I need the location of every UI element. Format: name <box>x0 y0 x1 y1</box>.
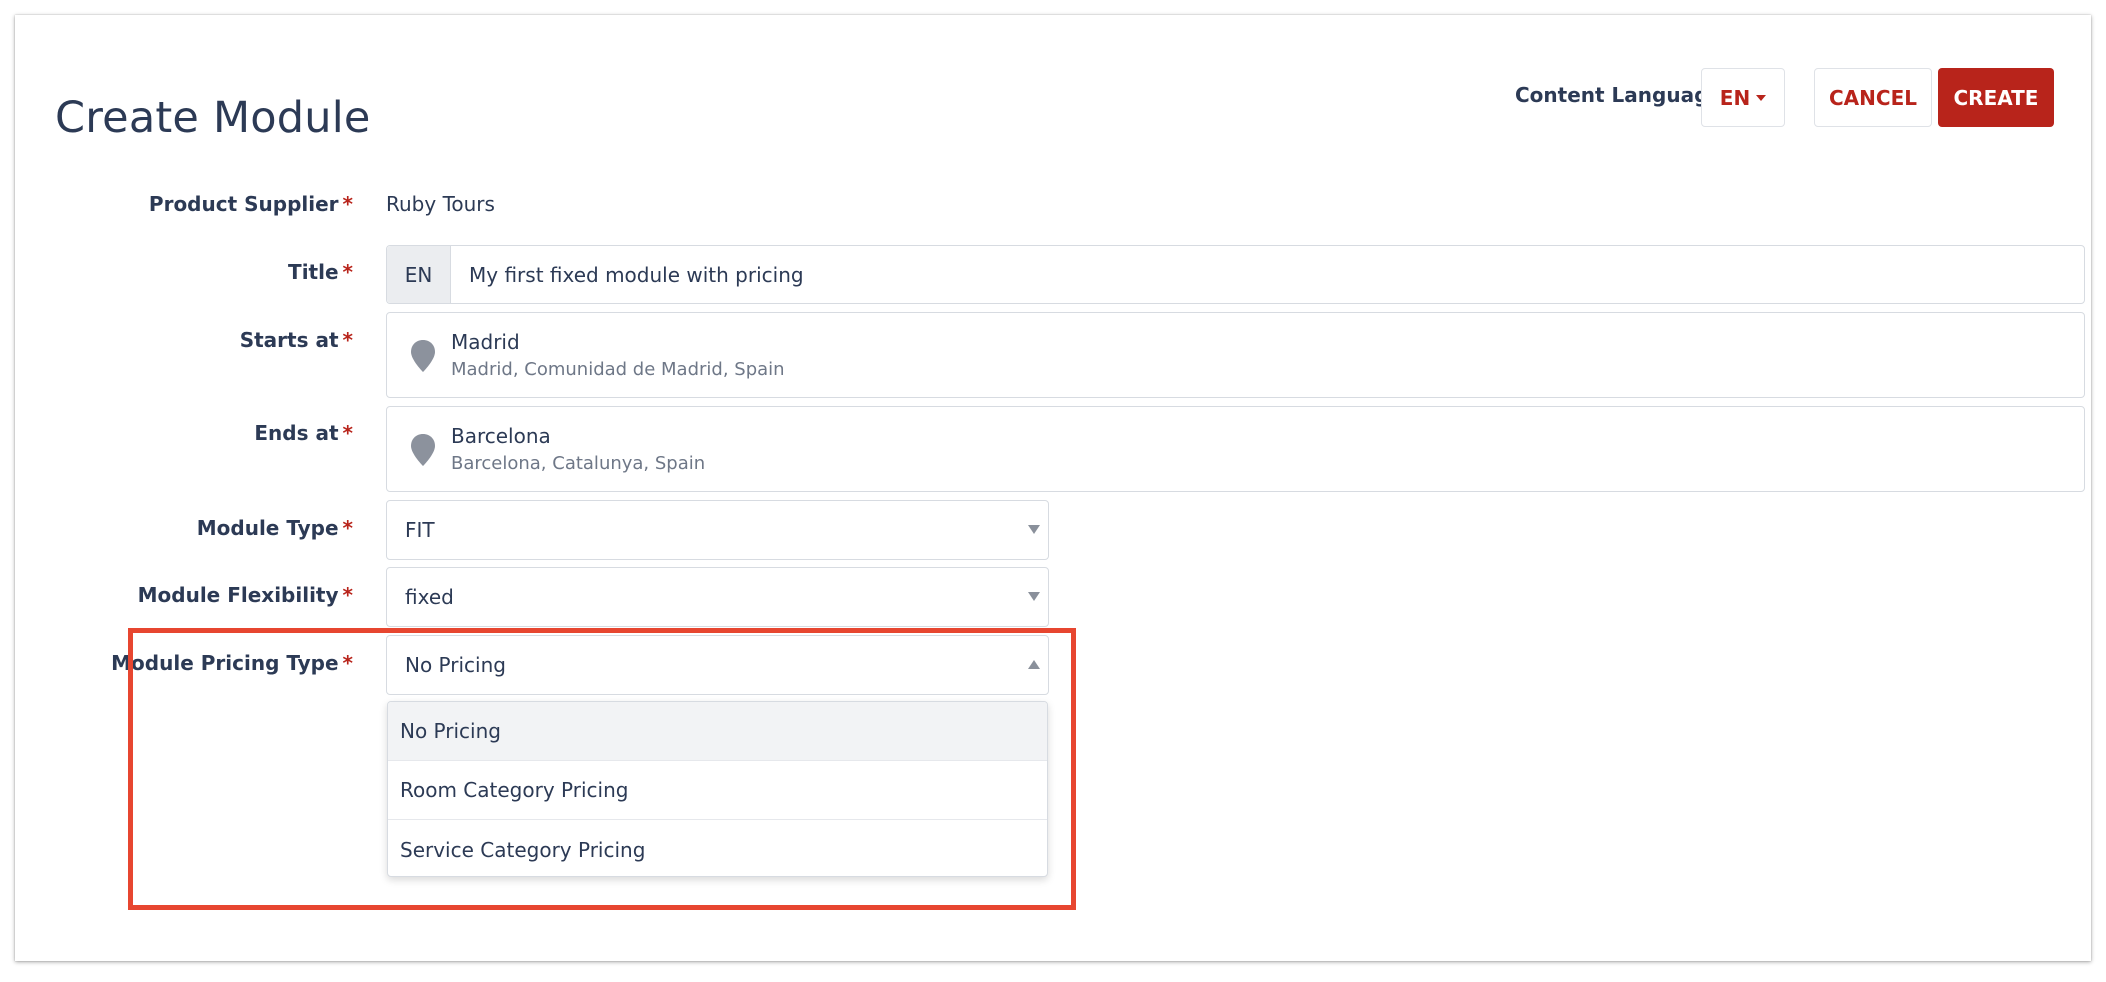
starts-at-location-name: Madrid <box>451 330 520 354</box>
module-type-value: FIT <box>405 518 435 542</box>
dropdown-option-service-category-pricing[interactable]: Service Category Pricing <box>388 820 1047 876</box>
starts-at-label: Starts at * <box>239 328 353 352</box>
module-pricing-type-dropdown: No Pricing Room Category Pricing Service… <box>387 701 1048 877</box>
required-marker: * <box>342 583 353 607</box>
product-supplier-value: Ruby Tours <box>386 192 495 216</box>
module-pricing-type-select[interactable]: No Pricing <box>386 635 1049 695</box>
required-marker: * <box>342 516 353 540</box>
module-pricing-type-label: Module Pricing Type * <box>111 651 353 675</box>
required-marker: * <box>342 421 353 445</box>
ends-at-label: Ends at * <box>254 421 353 445</box>
chevron-up-icon <box>1028 660 1040 669</box>
module-flexibility-label: Module Flexibility * <box>137 583 353 607</box>
ends-at-location-field[interactable]: Barcelona Barcelona, Catalunya, Spain <box>386 406 2085 492</box>
starts-at-location-field[interactable]: Madrid Madrid, Comunidad de Madrid, Spai… <box>386 312 2085 398</box>
module-flexibility-value: fixed <box>405 585 454 609</box>
required-marker: * <box>342 651 353 675</box>
chevron-down-icon <box>1028 592 1040 601</box>
create-button[interactable]: CREATE <box>1938 68 2054 127</box>
title-language-addon: EN <box>387 246 451 303</box>
module-type-select[interactable]: FIT <box>386 500 1049 560</box>
title-input[interactable]: My first fixed module with pricing <box>451 246 2084 303</box>
cancel-button[interactable]: CANCEL <box>1814 68 1932 127</box>
ends-at-location-name: Barcelona <box>451 424 551 448</box>
ends-at-location-detail: Barcelona, Catalunya, Spain <box>451 453 706 474</box>
module-pricing-type-value: No Pricing <box>405 653 506 677</box>
map-pin-icon <box>411 434 435 466</box>
map-pin-icon <box>411 340 435 372</box>
module-flexibility-select[interactable]: fixed <box>386 567 1049 627</box>
module-type-label: Module Type * <box>196 516 353 540</box>
title-label: Title * <box>288 260 353 284</box>
page-title: Create Module <box>55 93 371 143</box>
caret-down-icon <box>1756 94 1767 101</box>
title-input-group: EN My first fixed module with pricing <box>386 245 2085 304</box>
product-supplier-label: Product Supplier * <box>148 192 353 216</box>
starts-at-location-detail: Madrid, Comunidad de Madrid, Spain <box>451 359 785 380</box>
dropdown-option-no-pricing[interactable]: No Pricing <box>388 702 1047 761</box>
page-frame: Create Module Content Language EN CANCEL… <box>15 15 2091 961</box>
chevron-down-icon <box>1028 525 1040 534</box>
dropdown-option-room-category-pricing[interactable]: Room Category Pricing <box>388 761 1047 820</box>
required-marker: * <box>342 192 353 216</box>
content-language-label: Content Language <box>1515 83 1722 107</box>
content-language-value: EN <box>1719 85 1751 110</box>
content-language-dropdown[interactable]: EN <box>1701 68 1785 127</box>
required-marker: * <box>342 260 353 284</box>
required-marker: * <box>342 328 353 352</box>
